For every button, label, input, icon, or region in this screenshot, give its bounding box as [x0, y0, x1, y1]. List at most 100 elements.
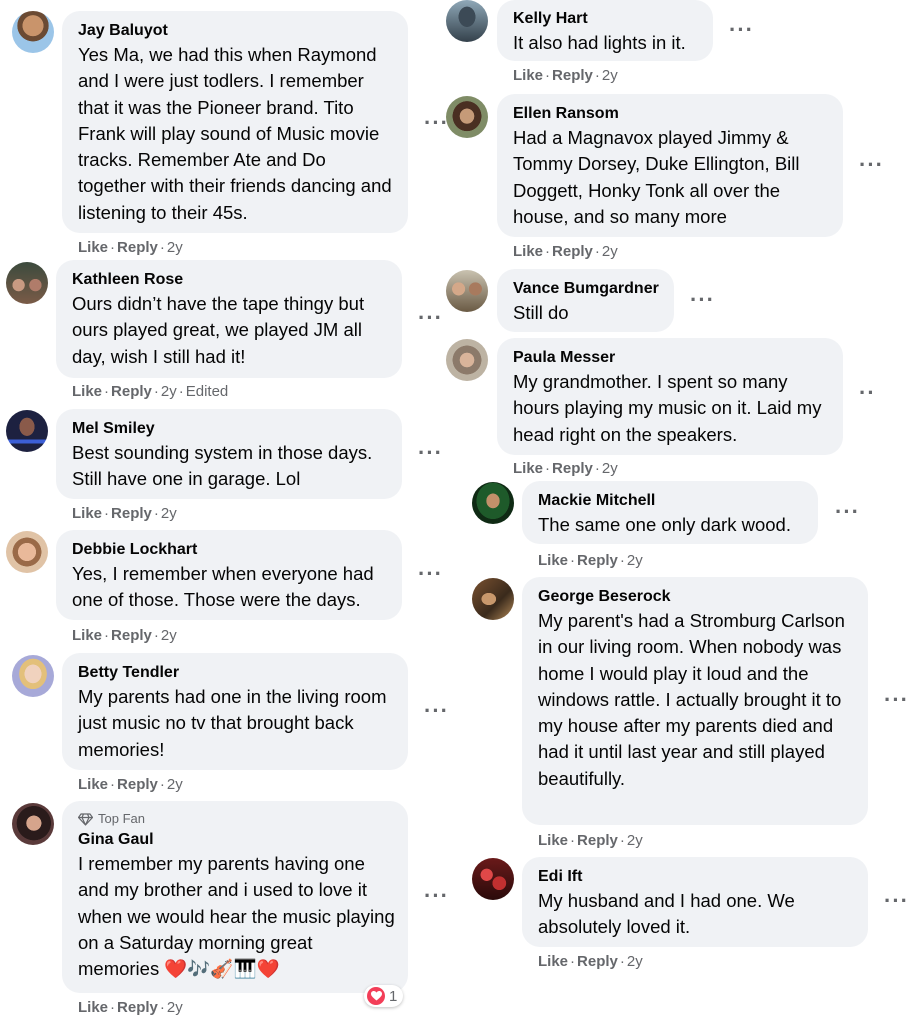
avatar[interactable]	[446, 270, 488, 312]
reply-button[interactable]: Reply	[117, 239, 158, 256]
reply-button[interactable]: Reply	[111, 383, 152, 400]
more-options-button[interactable]: ···	[418, 307, 443, 329]
comment-author[interactable]: Vance Bumgardner	[513, 278, 662, 300]
like-button[interactable]: Like	[72, 627, 102, 644]
like-button[interactable]: Like	[513, 460, 543, 477]
comment-time[interactable]: 2y	[627, 552, 643, 569]
comment-time[interactable]: 2y	[627, 953, 643, 970]
separator: ·	[110, 999, 116, 1016]
comment-time[interactable]: 2y	[602, 243, 618, 260]
comment-text: Still do	[513, 302, 569, 323]
comment-time[interactable]: 2y	[167, 239, 183, 256]
separator: ·	[594, 67, 600, 84]
comment-author[interactable]: Debbie Lockhart	[72, 539, 390, 561]
more-options-button[interactable]: ···	[729, 19, 754, 41]
like-button[interactable]: Like	[78, 239, 108, 256]
avatar[interactable]	[6, 410, 48, 452]
like-button[interactable]: Like	[538, 953, 568, 970]
comment-author[interactable]: George Beserock	[538, 586, 856, 608]
like-button[interactable]: Like	[513, 67, 543, 84]
comment-time[interactable]: 2y	[602, 460, 618, 477]
like-button[interactable]: Like	[78, 776, 108, 793]
separator: ·	[619, 552, 625, 569]
comment-author[interactable]: Kathleen Rose	[72, 269, 390, 291]
avatar[interactable]	[472, 482, 514, 524]
heart-reaction-icon	[367, 987, 385, 1005]
comment-bubble: Ellen Ransom Had a Magnavox played Jimmy…	[497, 94, 843, 237]
comment-text: It also had lights in it.	[513, 32, 686, 53]
reply-button[interactable]: Reply	[577, 552, 618, 569]
comment-bubble: Vance Bumgardner Still do	[497, 269, 674, 332]
reply-button[interactable]: Reply	[552, 67, 593, 84]
comment-time[interactable]: 2y	[602, 67, 618, 84]
comment-author[interactable]: Mackie Mitchell	[538, 490, 806, 512]
avatar[interactable]	[6, 531, 48, 573]
comment-actions: Like · Reply · 2y	[78, 238, 183, 258]
more-options-button[interactable]: ···	[859, 154, 884, 176]
comment-author[interactable]: Kelly Hart	[513, 8, 701, 30]
avatar[interactable]	[446, 96, 488, 138]
reply-button[interactable]: Reply	[552, 243, 593, 260]
reaction-summary[interactable]: 1	[364, 985, 404, 1007]
reply-button[interactable]: Reply	[111, 505, 152, 522]
comment-text: The same one only dark wood.	[538, 514, 791, 535]
comment-author[interactable]: Gina Gaul	[78, 829, 396, 851]
separator: ·	[619, 953, 625, 970]
more-options-button[interactable]: ···	[884, 890, 909, 912]
comment-time[interactable]: 2y	[167, 776, 183, 793]
separator: ·	[570, 953, 576, 970]
comment-author[interactable]: Jay Baluyot	[78, 20, 396, 42]
more-options-button[interactable]: ···	[884, 689, 909, 711]
like-button[interactable]: Like	[72, 383, 102, 400]
reply-button[interactable]: Reply	[117, 999, 158, 1016]
avatar[interactable]	[12, 11, 54, 53]
like-button[interactable]: Like	[538, 832, 568, 849]
more-options-button[interactable]: ···	[424, 700, 449, 722]
avatar[interactable]	[472, 578, 514, 620]
avatar[interactable]	[6, 262, 48, 304]
more-options-button[interactable]: ···	[418, 563, 443, 585]
top-fan-label: Top Fan	[98, 811, 145, 826]
reply-button[interactable]: Reply	[117, 776, 158, 793]
avatar[interactable]	[446, 339, 488, 381]
avatar[interactable]	[472, 858, 514, 900]
separator: ·	[104, 627, 110, 644]
more-options-button[interactable]: ··	[859, 382, 876, 404]
reply-button[interactable]: Reply	[577, 832, 618, 849]
avatar[interactable]	[446, 0, 488, 42]
edited-label[interactable]: Edited	[186, 383, 229, 400]
top-fan-badge[interactable]: Top Fan	[78, 810, 396, 828]
comment-time[interactable]: 2y	[161, 505, 177, 522]
comment-author[interactable]: Edi Ift	[538, 866, 856, 888]
separator: ·	[110, 776, 116, 793]
comment-time[interactable]: 2y	[161, 383, 177, 400]
like-button[interactable]: Like	[513, 243, 543, 260]
separator: ·	[153, 505, 159, 522]
more-options-button[interactable]: ···	[835, 501, 860, 523]
comment-author[interactable]: Mel Smiley	[72, 418, 390, 440]
like-button[interactable]: Like	[78, 999, 108, 1016]
avatar[interactable]	[12, 803, 54, 845]
reaction-count: 1	[389, 987, 398, 1005]
comment-time[interactable]: 2y	[627, 832, 643, 849]
comment-author[interactable]: Paula Messer	[513, 347, 831, 369]
comment-author[interactable]: Ellen Ransom	[513, 103, 831, 125]
reply-button[interactable]: Reply	[577, 953, 618, 970]
comment-text: My parents had one in the living room ju…	[78, 686, 387, 760]
comment-author[interactable]: Betty Tendler	[78, 662, 396, 684]
reply-button[interactable]: Reply	[552, 460, 593, 477]
comment-actions: Like · Reply · 2y · Edited	[72, 382, 228, 402]
separator: ·	[570, 832, 576, 849]
separator: ·	[159, 999, 165, 1016]
separator: ·	[594, 243, 600, 260]
more-options-button[interactable]: ···	[690, 289, 715, 311]
comment-time[interactable]: 2y	[167, 999, 183, 1016]
avatar[interactable]	[12, 655, 54, 697]
comment-time[interactable]: 2y	[161, 627, 177, 644]
comment-actions: Like · Reply · 2y	[513, 66, 618, 86]
more-options-button[interactable]: ···	[418, 442, 443, 464]
more-options-button[interactable]: ···	[424, 885, 449, 907]
reply-button[interactable]: Reply	[111, 627, 152, 644]
like-button[interactable]: Like	[538, 552, 568, 569]
like-button[interactable]: Like	[72, 505, 102, 522]
